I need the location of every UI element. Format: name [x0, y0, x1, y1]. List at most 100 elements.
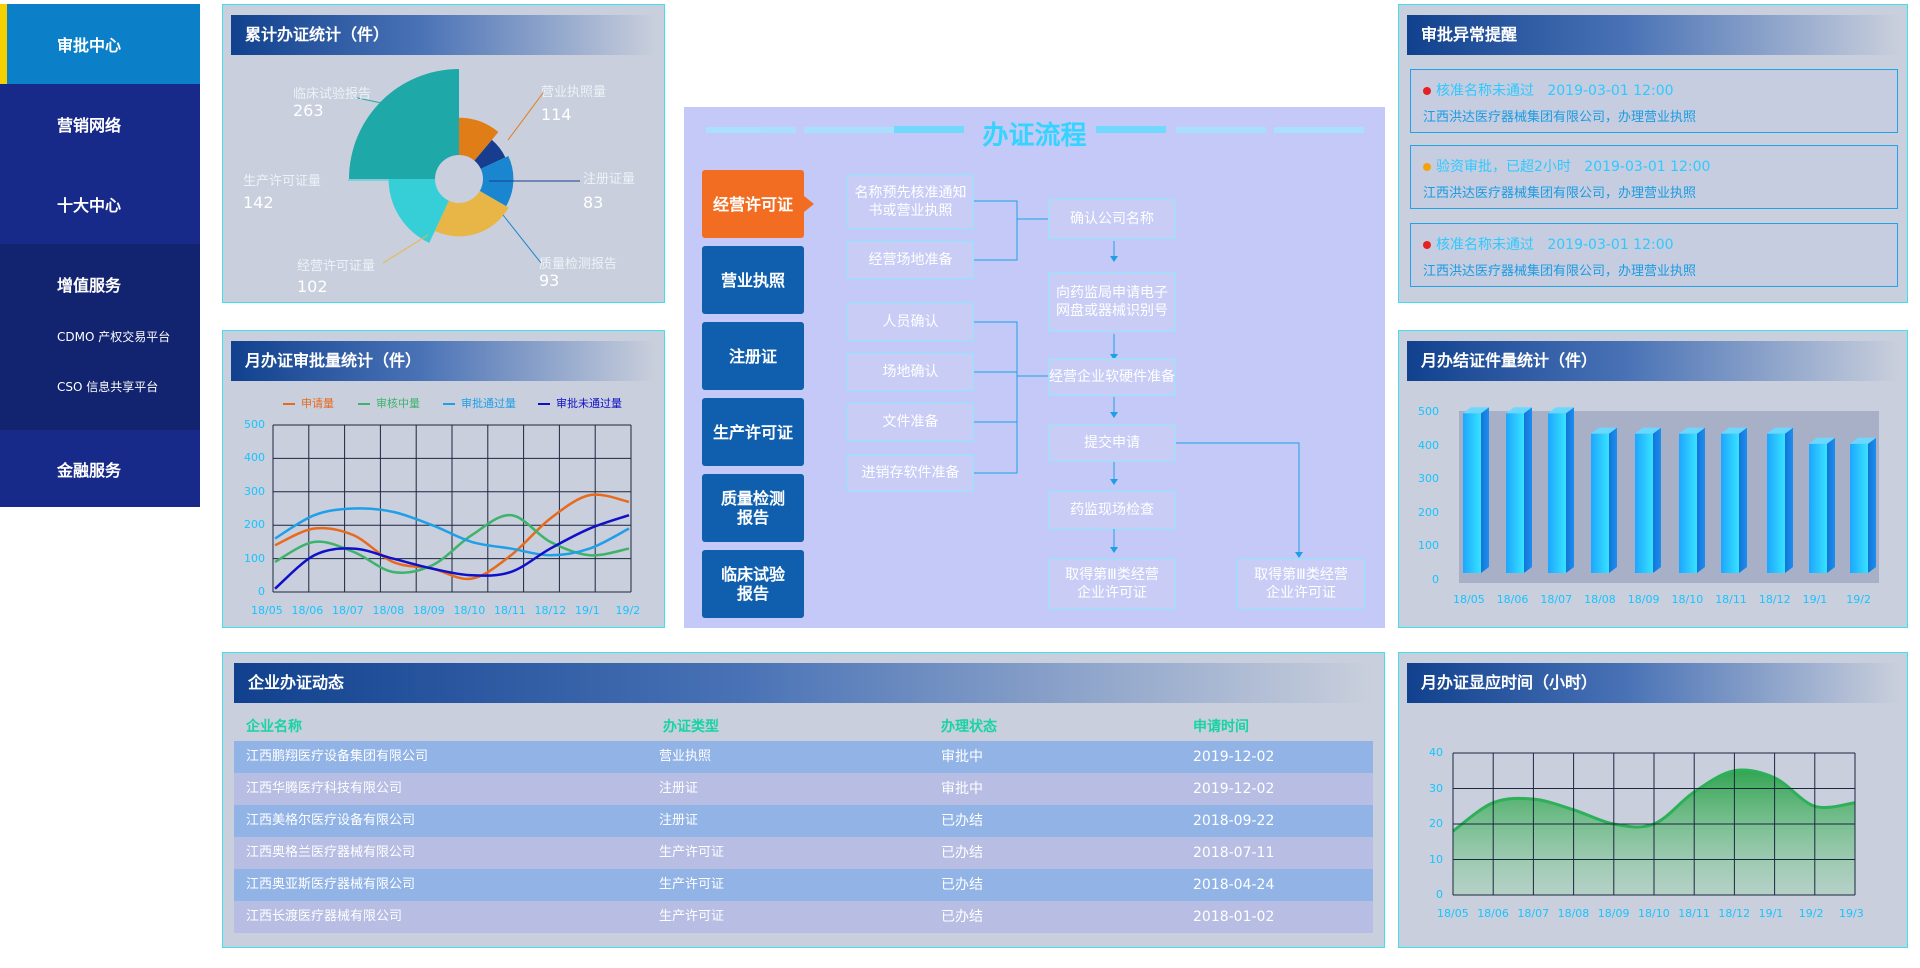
donut-slice: [388, 179, 449, 243]
y-tick-label: 400: [1418, 438, 1439, 452]
flow-step-staff-confirm: 人员确认: [847, 303, 974, 341]
y-tick-label: 400: [244, 451, 265, 465]
x-tick-label: 18/12: [1758, 593, 1791, 606]
bar: [1635, 427, 1661, 573]
x-tick-label: 19/3: [1839, 907, 1864, 920]
nav-item-ten-centers[interactable]: 十大中心: [0, 164, 200, 244]
x-tick-label: 18/06: [1496, 593, 1529, 606]
y-tick-label: 300: [244, 484, 265, 498]
nav-item-label: 十大中心: [57, 196, 122, 215]
alert-dot-icon: [1423, 87, 1431, 95]
x-tick-label: 18/12: [534, 604, 567, 617]
bar: [1591, 427, 1617, 573]
alert-item[interactable]: 核准名称未通过 2019-03-01 12:00 江西洪达医疗器械集团有限公司，…: [1410, 223, 1898, 287]
x-tick-label: 18/09: [413, 604, 445, 617]
alert-time: 2019-03-01 12:00: [1547, 83, 1674, 99]
y-tick-label: 0: [1436, 888, 1443, 901]
x-tick-label: 18/07: [1540, 593, 1573, 606]
value-added-services-block: 增值服务 CDMO 产权交易平台 CSO 信息共享平台: [0, 244, 200, 430]
x-tick-label: 18/09: [1627, 593, 1660, 606]
flow-step-hardware-prep: 经营企业软硬件准备: [1048, 358, 1176, 396]
nav-item-approval-center[interactable]: 审批中心: [0, 4, 200, 84]
table-row[interactable]: 江西鹏翔医疗设备集团有限公司 营业执照 审批中 2019-12-02: [234, 741, 1373, 773]
response-time-panel: 月办证显应时间（小时） 40 30 20 10 0 18/05 18/06 18/07 18/0…: [1398, 652, 1908, 948]
y-tick-label: 0: [258, 585, 265, 598]
label-quality-name: 质量检测报告: [539, 257, 618, 272]
x-tick-label: 19/2: [1798, 907, 1824, 920]
y-tick-label: 40: [1429, 746, 1443, 759]
nav-item-label: 金融服务: [57, 460, 122, 480]
alert-dot-icon: [1423, 163, 1431, 171]
enterprise-dynamics-panel: 企业办证动态 企业名称 办证类型 办理状态 申请时间 江西鹏翔医疗设备集团有限公…: [222, 652, 1385, 948]
label-production-value: 142: [243, 193, 274, 212]
label-license-value: 114: [541, 105, 572, 124]
nav-item-value-added-services[interactable]: 增值服务: [0, 244, 200, 324]
alert-desc: 江西洪达医疗器械集团有限公司，办理营业执照: [1423, 110, 1697, 125]
table-row[interactable]: 江西华腾医疗科技有限公司 注册证 审批中 2019-12-02: [234, 773, 1373, 805]
leader-line: [382, 234, 429, 264]
x-tick-label: 18/05: [1437, 907, 1469, 920]
x-tick-label: 18/06: [1477, 907, 1509, 920]
monthly-completed-bar-chart: [1459, 407, 1879, 583]
sidebar: 审批中心 营销网络 十大中心 增值服务 CDMO 产权交易平台 CSO 信息共享…: [0, 4, 200, 507]
alert-dot-icon: [1423, 241, 1431, 249]
y-tick-label: 100: [244, 551, 265, 565]
x-tick-label: 18/07: [332, 604, 364, 617]
flow-step-site-prep: 经营场地准备: [847, 241, 974, 279]
x-tick-label: 18/12: [1718, 907, 1751, 920]
x-tick-label: 18/11: [1715, 593, 1747, 606]
flow-step-obtain-license-alt: 取得第Ⅲ类经营企业许可证: [1237, 559, 1365, 609]
label-registration-name: 注册证量: [583, 172, 636, 187]
alert-status: 核准名称未通过: [1436, 237, 1534, 253]
alert-item[interactable]: 核准名称未通过 2019-03-01 12:00 江西洪达医疗器械集团有限公司，…: [1410, 69, 1898, 133]
x-tick-label: 19/2: [615, 604, 641, 617]
y-tick-label: 10: [1429, 852, 1443, 866]
nav-subitem-cso[interactable]: CSO 信息共享平台: [57, 378, 158, 395]
flow-step-name-approval: 名称预先核准通知书或营业执照: [847, 175, 974, 229]
bar: [1679, 427, 1705, 573]
alert-item[interactable]: 验资审批，已超2小时 2019-03-01 12:00 江西洪达医疗器械集团有限…: [1410, 145, 1898, 209]
alert-status: 验资审批，已超2小时: [1436, 159, 1571, 175]
bar: [1506, 407, 1532, 573]
flow-step-obtain-license: 取得第Ⅲ类经营企业许可证: [1048, 559, 1176, 609]
alert-status: 核准名称未通过: [1436, 83, 1534, 99]
flow-step-apply-ukey: 向药监局申请电子网盘或器械识别号: [1048, 272, 1176, 332]
table-row[interactable]: 江西奥亚斯医疗器械有限公司 生产许可证 已办结 2018-04-24: [234, 869, 1373, 901]
y-tick-label: 0: [1432, 572, 1439, 586]
approval-alerts-panel: 审批异常提醒 核准名称未通过 2019-03-01 12:00 江西洪达医疗器械…: [1398, 4, 1908, 303]
leader-line: [507, 92, 544, 141]
nav-item-marketing-network[interactable]: 营销网络: [0, 84, 200, 164]
table-row[interactable]: 江西长渡医疗器械有限公司 生产许可证 已办结 2018-01-02: [234, 901, 1373, 933]
label-operating-value: 102: [297, 277, 328, 296]
bar: [1850, 437, 1876, 573]
alert-desc: 江西洪达医疗器械集团有限公司，办理营业执照: [1423, 186, 1697, 201]
table-row[interactable]: 江西奥格兰医疗器械有限公司 生产许可证 已办结 2018-07-11: [234, 837, 1373, 869]
flow-step-inspection: 药监现场检查: [1048, 491, 1176, 529]
x-tick-label: 18/08: [1584, 593, 1616, 606]
leader-line: [502, 214, 542, 264]
label-quality-value: 93: [539, 271, 560, 290]
process-panel: 办证流程 经营许可证 营业执照 注册证 生产许可证 质量检测报告 临床试验报告: [684, 107, 1385, 628]
nav-item-financial-services[interactable]: 金融服务: [0, 430, 200, 507]
y-tick-label: 500: [1418, 405, 1439, 418]
nav-item-label: 增值服务: [57, 276, 122, 295]
y-tick-label: 500: [244, 418, 265, 431]
flow-step-confirm-company: 确认公司名称: [1048, 199, 1176, 239]
x-tick-label: 19/2: [1846, 593, 1871, 606]
x-tick-label: 18/08: [1557, 907, 1590, 920]
x-tick-label: 18/08: [372, 604, 405, 617]
label-clinical-value: 263: [293, 101, 324, 120]
flow-step-doc-prep: 文件准备: [847, 403, 974, 441]
flow-step-site-confirm: 场地确认: [847, 353, 974, 391]
table-header-company: 企业名称: [246, 719, 302, 735]
label-production-name: 生产许可证量: [243, 174, 322, 189]
table-row[interactable]: 江西美格尔医疗设备有限公司 注册证 已办结 2018-09-22: [234, 805, 1373, 837]
nav-subitem-cdmo[interactable]: CDMO 产权交易平台: [57, 328, 170, 345]
bar: [1767, 427, 1793, 573]
x-tick-label: 19/1: [1802, 593, 1828, 606]
x-tick-label: 18/05: [1453, 593, 1485, 606]
nav-item-label: 审批中心: [57, 36, 122, 55]
label-operating-name: 经营许可证量: [297, 259, 376, 274]
panel-title: 企业办证动态: [234, 663, 1373, 703]
x-tick-label: 18/11: [1678, 907, 1710, 920]
